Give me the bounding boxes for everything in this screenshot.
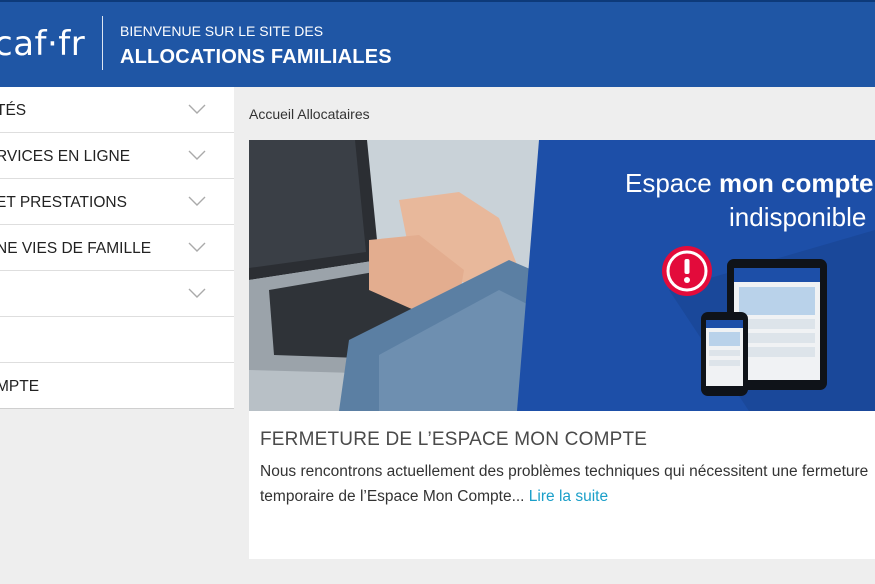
menu-item-mon-compte[interactable]: MPTE — [0, 363, 234, 409]
banner-heading-bold: mon compte — [718, 168, 874, 198]
chevron-down-icon — [188, 104, 206, 114]
banner-heading-prefix: Espace — [625, 168, 719, 198]
menu-item-prestations[interactable]: ET PRESTATIONS — [0, 179, 234, 225]
menu-item-label: RVICES EN LIGNE — [0, 148, 131, 165]
welcome-text: BIENVENUE SUR LE SITE DES — [120, 23, 324, 39]
menu-item-actualites[interactable]: TÉS — [0, 87, 234, 133]
menu-item-5[interactable] — [0, 271, 234, 317]
menu-item-6[interactable] — [0, 317, 234, 363]
chevron-down-icon — [188, 242, 206, 252]
menu-item-vies-de-famille[interactable]: NE VIES DE FAMILLE — [0, 225, 234, 271]
site-header: caf·fr BIENVENUE SUR LE SITE DES ALLOCAT… — [0, 0, 875, 87]
banner-heading: Espace mon compte — [625, 168, 874, 199]
article-title[interactable]: FERMETURE DE L’ESPACE MON COMPTE — [260, 429, 647, 451]
menu-item-label: MPTE — [0, 378, 40, 395]
caf-logo[interactable]: caf·fr — [0, 20, 85, 68]
header-top-line — [0, 0, 875, 2]
chevron-down-icon — [188, 150, 206, 160]
read-more-link[interactable]: Lire la suite — [529, 488, 608, 505]
site-name: ALLOCATIONS FAMILIALES — [120, 46, 392, 68]
sidebar-menu: TÉS RVICES EN LIGNE ET PRESTATIONS NE VI… — [0, 87, 234, 409]
article-card: Espace mon compte indisponible FERMETURE… — [249, 140, 875, 559]
chevron-down-icon — [188, 196, 206, 206]
menu-item-label: ET PRESTATIONS — [0, 194, 127, 211]
banner-subheading: indisponible — [729, 202, 867, 232]
breadcrumb[interactable]: Accueil Allocataires — [249, 106, 370, 122]
menu-item-label: NE VIES DE FAMILLE — [0, 240, 152, 257]
article-body: Nous rencontrons actuellement des problè… — [260, 459, 870, 509]
menu-item-services-en-ligne[interactable]: RVICES EN LIGNE — [0, 133, 234, 179]
article-banner[interactable]: Espace mon compte indisponible — [249, 140, 875, 411]
chevron-down-icon — [188, 288, 206, 298]
logo-separator — [102, 16, 103, 70]
menu-item-label: TÉS — [0, 102, 27, 119]
